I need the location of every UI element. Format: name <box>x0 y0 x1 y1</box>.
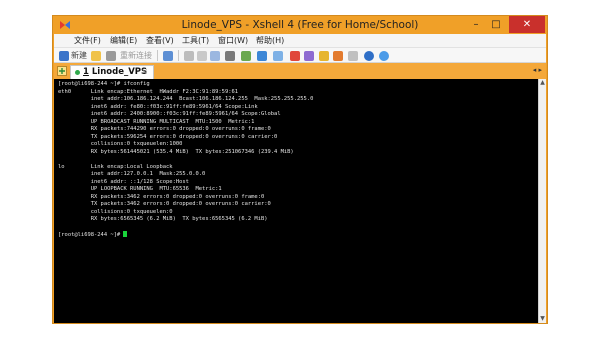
properties-icon[interactable] <box>163 51 173 61</box>
transfer-icon[interactable] <box>273 51 283 61</box>
color-scheme-icon[interactable] <box>241 51 251 61</box>
close-button[interactable]: ✕ <box>509 16 545 33</box>
print-icon[interactable] <box>225 51 235 61</box>
menu-view[interactable]: 查看(V) <box>146 35 174 46</box>
reconnect-button[interactable]: 重新连接 <box>120 50 152 61</box>
tab-scroll-arrows-icon[interactable]: ◂ ▸ <box>533 66 542 74</box>
menu-help[interactable]: 帮助(H) <box>256 35 284 46</box>
new-button[interactable]: 新建 <box>71 50 87 61</box>
xftp-icon[interactable] <box>290 51 300 61</box>
scroll-down-icon[interactable]: ▼ <box>539 315 546 322</box>
layout-icon[interactable] <box>319 51 329 61</box>
new-session-icon[interactable] <box>59 51 69 61</box>
menu-edit[interactable]: 编辑(E) <box>110 35 137 46</box>
copy-icon[interactable] <box>184 51 194 61</box>
find-icon[interactable] <box>210 51 220 61</box>
text-cursor <box>123 231 128 237</box>
terminal-text: [root@li698-244 ~]# ifconfig eth0 Link e… <box>58 81 314 222</box>
toolbar-separator <box>178 50 179 61</box>
tab-close-icon[interactable]: × <box>141 67 148 76</box>
menu-bar: 文件(F) 编辑(E) 查看(V) 工具(T) 窗口(W) 帮助(H) <box>54 34 546 47</box>
vertical-scrollbar[interactable]: ▲ ▼ <box>538 79 546 323</box>
minimize-button[interactable]: – <box>467 16 485 33</box>
maximize-button[interactable]: □ <box>487 16 505 33</box>
tab-linode-vps[interactable]: 1 Linode_VPS × <box>70 65 154 79</box>
script-icon[interactable] <box>304 51 314 61</box>
command-prompt: [root@li698-244 ~]# <box>58 232 124 238</box>
lock-icon[interactable] <box>333 51 343 61</box>
terminal-screen[interactable]: [root@li698-244 ~]# ifconfig eth0 Link e… <box>54 79 538 323</box>
menu-window[interactable]: 窗口(W) <box>218 35 248 46</box>
title-bar[interactable]: Linode_VPS - Xshell 4 (Free for Home/Sch… <box>53 16 547 34</box>
link-icon[interactable] <box>106 51 116 61</box>
connected-status-icon <box>75 70 80 75</box>
tab-label: Linode_VPS <box>91 67 148 77</box>
add-tab-icon[interactable] <box>57 66 67 76</box>
toolbar-separator <box>157 50 158 61</box>
chat-icon[interactable] <box>379 51 389 61</box>
scroll-up-icon[interactable]: ▲ <box>539 79 546 86</box>
keyboard-icon[interactable] <box>348 51 358 61</box>
tab-number: 1 <box>83 67 89 77</box>
help-icon[interactable] <box>364 51 374 61</box>
toolbar: 新建 重新连接 <box>54 47 546 63</box>
globe-icon[interactable] <box>257 51 267 61</box>
paste-icon[interactable] <box>197 51 207 61</box>
menu-file[interactable]: 文件(F) <box>74 35 101 46</box>
app-window: Linode_VPS - Xshell 4 (Free for Home/Sch… <box>52 15 548 324</box>
open-folder-icon[interactable] <box>91 51 101 61</box>
terminal-output: [root@li698-244 ~]# ifconfig eth0 Link e… <box>58 81 313 240</box>
menu-tools[interactable]: 工具(T) <box>182 35 209 46</box>
tab-bar: 1 Linode_VPS × ◂ ▸ <box>54 63 546 79</box>
